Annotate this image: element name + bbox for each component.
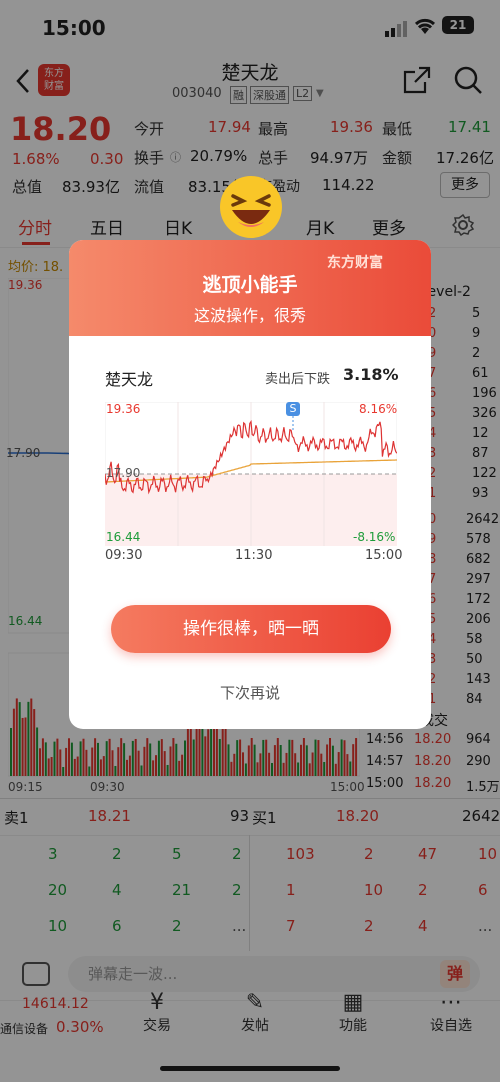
- drop-label: 卖出后下跌: [265, 372, 331, 387]
- dismiss-link[interactable]: 下次再说: [69, 682, 431, 703]
- modal-subtitle: 这波操作，很秀: [193, 306, 306, 325]
- sell-marker-icon: S: [286, 402, 300, 416]
- drop-value: 3.18%: [343, 365, 399, 384]
- modal-chart: [105, 402, 397, 546]
- modal-chart-pct-high: 8.16%: [359, 402, 398, 416]
- modal-chart-mid: 17.90: [106, 466, 141, 480]
- modal-time-mid: 11:30: [235, 548, 273, 563]
- modal-chart-high: 19.36: [106, 402, 141, 416]
- achievement-modal: 逃顶小能手 这波操作，很秀 东方财富 楚天龙 卖出后下跌 3.18% S 19.…: [69, 240, 431, 729]
- laughing-emoji-icon: [218, 174, 284, 240]
- screen: 15:00 21 东方 财富 楚天龙 003040 融 深股通 L2 ▼ 18.…: [0, 0, 500, 1082]
- modal-stock-name: 楚天龙: [105, 370, 154, 389]
- share-button[interactable]: 操作很棒，晒一晒: [111, 605, 391, 653]
- modal-chart-low: 16.44: [106, 530, 141, 544]
- modal-time-start: 09:30: [105, 548, 143, 563]
- brand-watermark: 东方财富: [327, 255, 383, 271]
- modal-time-end: 15:00: [365, 548, 403, 563]
- modal-chart-pct-low: -8.16%: [353, 530, 396, 544]
- modal-title: 逃顶小能手: [202, 274, 298, 296]
